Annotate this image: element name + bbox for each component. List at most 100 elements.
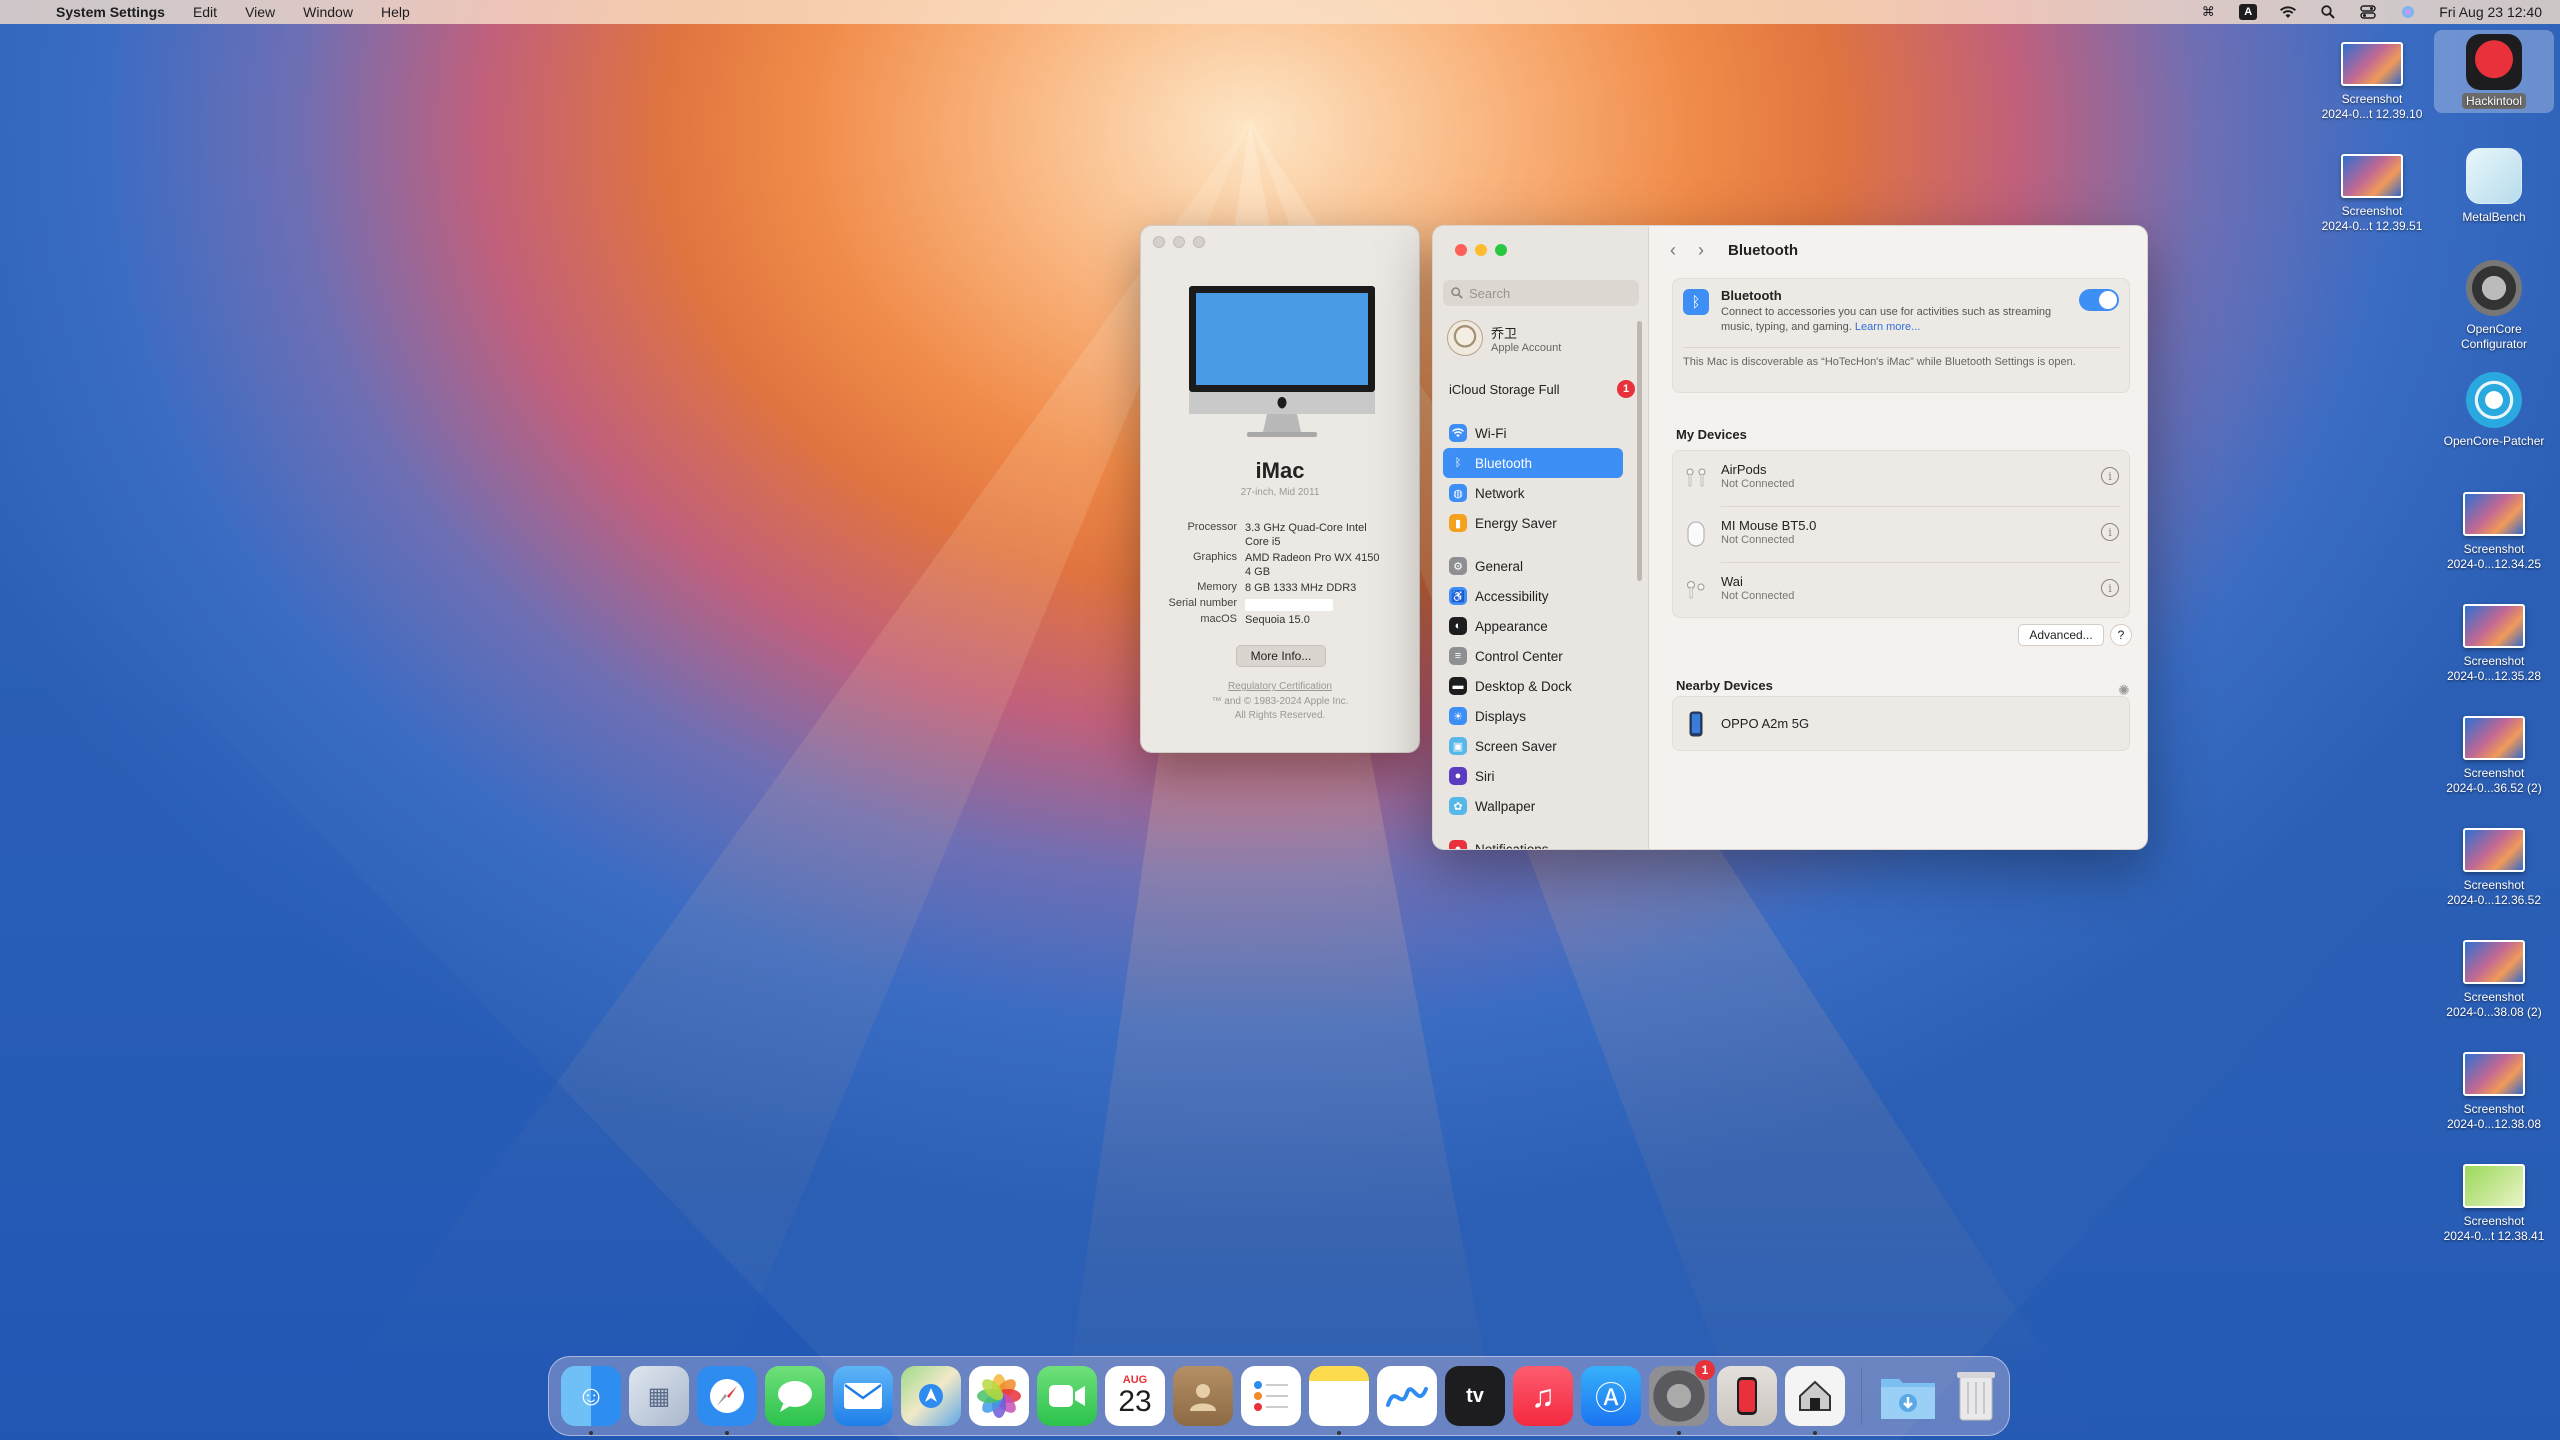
desktop-file-screenshot[interactable]: Screenshot 2024-0...12.36.52 [2434, 828, 2554, 908]
bluetooth-toggle[interactable] [2079, 289, 2119, 311]
page-title: Bluetooth [1728, 242, 1798, 259]
menu-help[interactable]: Help [381, 4, 410, 20]
maps-icon[interactable] [901, 1366, 961, 1426]
sidebar-item-label: Wallpaper [1475, 798, 1536, 814]
icloud-label: iCloud Storage Full [1449, 381, 1560, 397]
launchpad-icon[interactable]: ▦ [629, 1366, 689, 1426]
file-label: Screenshot [2463, 766, 2525, 780]
status-menu-icon[interactable]: ⌘ [2199, 4, 2217, 20]
regulatory-link[interactable]: Regulatory Certification [1141, 681, 1419, 692]
siri-icon[interactable] [2399, 4, 2417, 20]
desktop-file-screenshot[interactable]: Screenshot 2024-0...12.34.25 [2434, 492, 2554, 572]
desktop-file-screenshot[interactable]: Screenshot 2024-0...36.52 (2) [2434, 716, 2554, 796]
airpods-icon [1683, 464, 1709, 492]
minimize-button[interactable] [1173, 236, 1185, 248]
app-store-icon[interactable]: Ⓐ [1581, 1366, 1641, 1426]
sidebar-item-control-center[interactable]: ≡ Control Center [1443, 641, 1623, 671]
advanced-button[interactable]: Advanced... [2018, 624, 2104, 646]
control-center-icon[interactable] [2359, 4, 2377, 20]
photos-icon[interactable] [969, 1366, 1029, 1426]
notes-icon[interactable] [1309, 1366, 1369, 1435]
device-row-oppo[interactable]: OPPO A2m 5G [1673, 697, 2129, 752]
sidebar-item-bluetooth[interactable]: ᛒ Bluetooth [1443, 448, 1623, 478]
sidebar-item-displays[interactable]: ☀ Displays [1443, 701, 1623, 731]
zoom-button[interactable] [1495, 244, 1507, 256]
file-label: Screenshot [2463, 654, 2525, 668]
close-button[interactable] [1455, 244, 1467, 256]
sidebar-item-wifi[interactable]: Wi-Fi [1443, 418, 1623, 448]
device-row-mouse[interactable]: MI Mouse BT5.0 Not Connected i [1673, 507, 2129, 562]
desktop-file-screenshot[interactable]: Screenshot 2024-0...38.08 (2) [2434, 940, 2554, 1020]
desktop-file-screenshot[interactable]: Screenshot 2024-0...12.38.08 [2434, 1052, 2554, 1132]
more-info-button[interactable]: More Info... [1236, 645, 1326, 667]
desktop-file-screenshot[interactable]: Screenshot 2024-0...t 12.38.41 [2434, 1164, 2554, 1244]
sidebar-item-energy-saver[interactable]: ▮ Energy Saver [1443, 508, 1623, 538]
metalbench-icon [2466, 148, 2522, 204]
sidebar-item-label: Screen Saver [1475, 738, 1557, 754]
sidebar-item-network[interactable]: ◍ Network [1443, 478, 1623, 508]
reminders-icon[interactable] [1241, 1366, 1301, 1426]
file-label: MetalBench [2462, 210, 2526, 224]
trash-icon[interactable] [1946, 1366, 2006, 1426]
sidebar-item-screen-saver[interactable]: ▣ Screen Saver [1443, 731, 1623, 761]
contacts-icon[interactable] [1173, 1366, 1233, 1426]
minimize-button[interactable] [1475, 244, 1487, 256]
menu-view[interactable]: View [245, 4, 275, 20]
sidebar-scrollbar[interactable] [1637, 321, 1642, 581]
input-source-icon[interactable]: A [2239, 4, 2258, 20]
safari-icon[interactable] [697, 1366, 757, 1435]
mail-icon[interactable] [833, 1366, 893, 1426]
menu-window[interactable]: Window [303, 4, 353, 20]
forward-chevron-icon[interactable]: › [1698, 240, 1704, 261]
hackintool-icon[interactable] [1785, 1366, 1845, 1435]
music-icon[interactable]: ♫ [1513, 1366, 1573, 1426]
sidebar-item-notifications[interactable]: ● Notifications [1443, 834, 1623, 849]
desktop-file-screenshot[interactable]: Screenshot 2024-0...12.35.28 [2434, 604, 2554, 684]
finder-icon[interactable]: ☺ [561, 1366, 621, 1435]
desktop-file-screenshot[interactable]: Screenshot 2024-0...t 12.39.51 [2312, 154, 2432, 234]
back-chevron-icon[interactable]: ‹ [1670, 240, 1676, 261]
menu-edit[interactable]: Edit [193, 4, 217, 20]
zoom-button[interactable] [1193, 236, 1205, 248]
icloud-storage-item[interactable]: iCloud Storage Full 1 [1449, 380, 1635, 398]
sidebar-item-accessibility[interactable]: ♿ Accessibility [1443, 581, 1623, 611]
device-row-wai[interactable]: Wai Not Connected i [1673, 563, 2129, 618]
info-icon[interactable]: i [2101, 579, 2119, 597]
sidebar-item-siri[interactable]: ● Siri [1443, 761, 1623, 791]
desktop-app-metalbench[interactable]: MetalBench [2434, 148, 2554, 225]
close-button[interactable] [1153, 236, 1165, 248]
freeform-icon[interactable] [1377, 1366, 1437, 1426]
learn-more-link[interactable]: Learn more... [1855, 321, 1920, 333]
file-label: 2024-0...12.35.28 [2446, 669, 2542, 683]
messages-icon[interactable] [765, 1366, 825, 1426]
sidebar-item-desktop-dock[interactable]: ▬ Desktop & Dock [1443, 671, 1623, 701]
hackintool-icon [2466, 34, 2522, 90]
desktop-file-screenshot[interactable]: Screenshot 2024-0...t 12.39.10 [2312, 42, 2432, 122]
search-field[interactable]: Search [1443, 280, 1639, 306]
facetime-icon[interactable] [1037, 1366, 1097, 1426]
downloads-folder-icon[interactable] [1878, 1366, 1938, 1426]
spotlight-search-icon[interactable] [2319, 4, 2337, 20]
sidebar-item-general[interactable]: ⚙ General [1443, 551, 1623, 581]
apple-account[interactable]: 乔卫 Apple Account [1447, 320, 1561, 356]
sidebar-item-appearance[interactable]: ◐ Appearance [1443, 611, 1623, 641]
help-button[interactable]: ? [2110, 624, 2132, 646]
desktop-app-opencore-configurator[interactable]: OpenCore Configurator [2434, 260, 2554, 352]
wifi-icon[interactable] [2279, 4, 2297, 20]
apple-tv-icon[interactable]: tv [1445, 1366, 1505, 1426]
system-settings-window: Search 乔卫 Apple Account iCloud Storage F… [1432, 225, 2148, 850]
accessibility-icon: ♿ [1449, 587, 1467, 605]
sidebar-item-wallpaper[interactable]: ✿ Wallpaper [1443, 791, 1623, 821]
calendar-icon[interactable]: AUG 23 [1105, 1366, 1165, 1426]
info-icon[interactable]: i [2101, 467, 2119, 485]
device-row-airpods[interactable]: AirPods Not Connected i [1673, 451, 2129, 506]
menubar-clock[interactable]: Fri Aug 23 12:40 [2439, 4, 2542, 20]
desktop-app-opencore-patcher[interactable]: OpenCore-Patcher [2434, 372, 2554, 449]
iphone-mirroring-icon[interactable] [1717, 1366, 1777, 1426]
menu-app-name[interactable]: System Settings [56, 4, 165, 20]
file-label: Screenshot [2463, 542, 2525, 556]
desktop-app-hackintool[interactable]: Hackintool [2434, 30, 2554, 113]
file-label: 2024-0...12.36.52 [2446, 893, 2542, 907]
info-icon[interactable]: i [2101, 523, 2119, 541]
system-settings-icon[interactable]: 1 [1649, 1360, 1715, 1435]
